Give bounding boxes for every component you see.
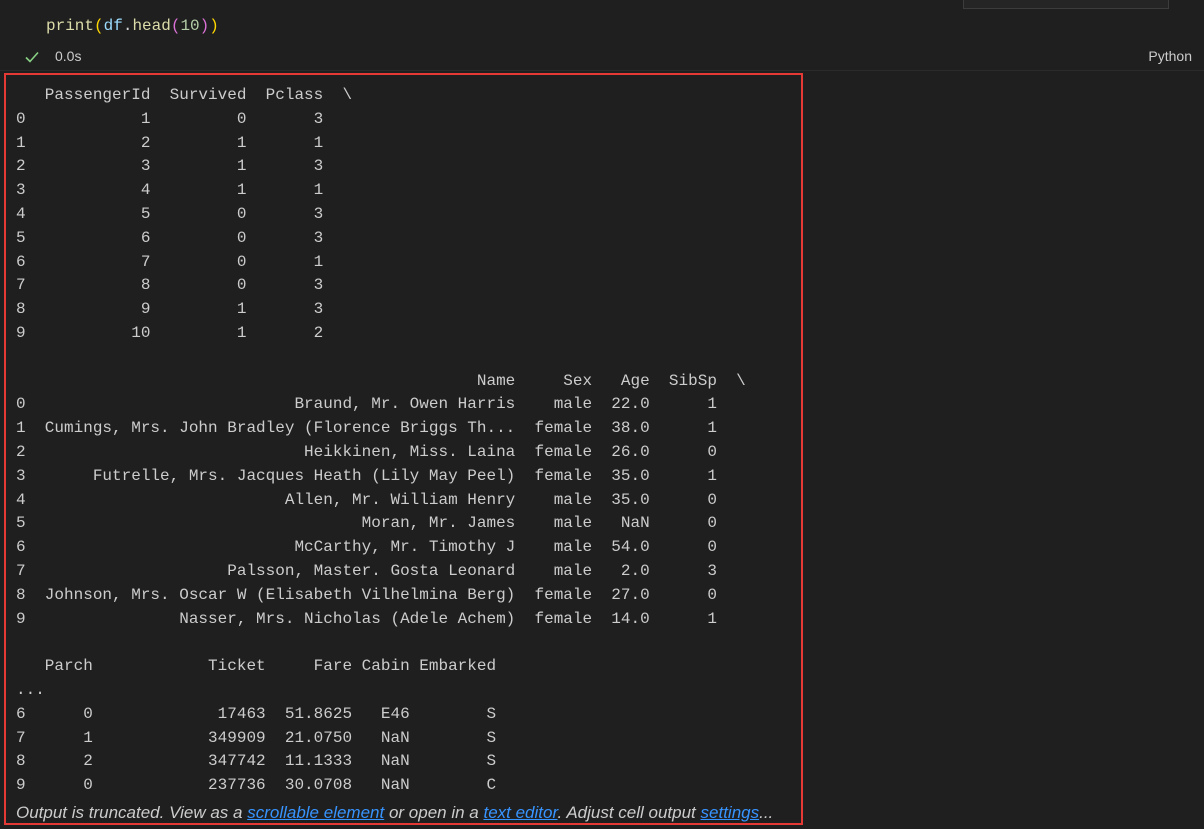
- dataframe-output-text: PassengerId Survived Pclass \ 0 1 0 3 1 …: [16, 86, 746, 795]
- scrollable-element-link[interactable]: scrollable element: [247, 803, 384, 822]
- truncation-middle-1: or open in a: [384, 803, 484, 822]
- cell-status-bar: 0.0s Python: [0, 46, 1204, 68]
- code-token-paren: (: [170, 17, 181, 35]
- cell-toolbar-edge: [963, 0, 1169, 9]
- code-token-number: 10: [180, 17, 200, 35]
- code-token-paren: ): [209, 17, 219, 35]
- code-cell[interactable]: print(df.head(10)) 0.0s Python: [0, 0, 1204, 71]
- cell-output: PassengerId Survived Pclass \ 0 1 0 3 1 …: [4, 73, 803, 825]
- execution-time: 0.0s: [55, 48, 82, 64]
- code-token-variable: df: [103, 17, 123, 35]
- code-token-dot: .: [122, 17, 133, 35]
- code-editor-line[interactable]: print(df.head(10)): [46, 16, 219, 36]
- truncation-middle-2: . Adjust cell output: [557, 803, 701, 822]
- check-icon: [24, 49, 40, 65]
- settings-link[interactable]: settings: [701, 803, 760, 822]
- code-token-paren: ): [199, 17, 210, 35]
- code-token-method: head: [132, 17, 171, 35]
- truncation-suffix: ...: [759, 803, 774, 822]
- text-editor-link[interactable]: text editor: [483, 803, 557, 822]
- language-selector[interactable]: Python: [1148, 48, 1192, 64]
- truncation-message: Output is truncated. View as a scrollabl…: [16, 803, 773, 823]
- truncation-prefix: Output is truncated. View as a: [16, 803, 248, 822]
- code-token-function: print: [46, 17, 95, 35]
- code-token-paren: (: [94, 17, 104, 35]
